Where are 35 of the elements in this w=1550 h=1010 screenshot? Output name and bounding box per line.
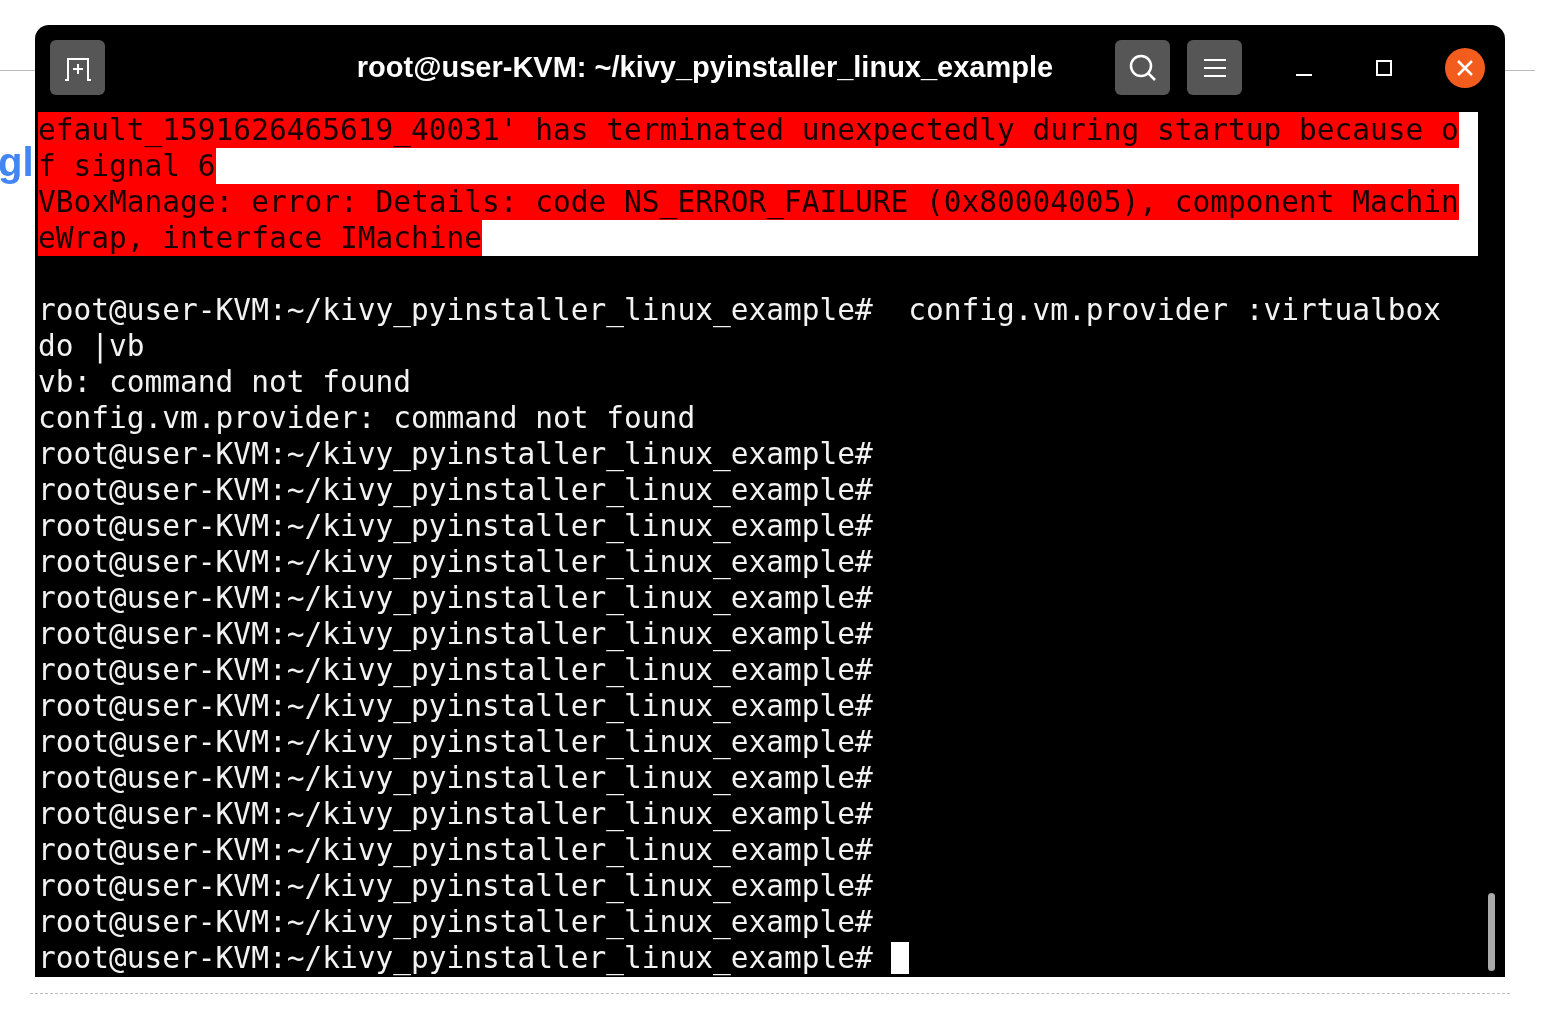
terminal-line: root@user-KVM:~/kivy_pyinstaller_linux_example# bbox=[38, 616, 873, 652]
error-text: f signal 6 bbox=[38, 148, 216, 184]
terminal-line: config.vm.provider: command not found bbox=[38, 400, 696, 436]
terminal-line: root@user-KVM:~/kivy_pyinstaller_linux_example# bbox=[38, 904, 873, 940]
menu-button[interactable] bbox=[1187, 40, 1242, 95]
terminal-line: root@user-KVM:~/kivy_pyinstaller_linux_example# bbox=[38, 940, 873, 976]
scrollbar-thumb[interactable] bbox=[1488, 893, 1495, 971]
logo-fragment: gl bbox=[0, 142, 34, 182]
close-button[interactable] bbox=[1445, 47, 1485, 88]
terminal-line: root@user-KVM:~/kivy_pyinstaller_linux_example# bbox=[38, 652, 873, 688]
new-tab-button[interactable] bbox=[50, 40, 105, 95]
error-text: VBoxManage: error: Details: code NS_ERROR_FAILURE (0x80004005), component Machin bbox=[38, 184, 1459, 220]
terminal-line: root@user-KVM:~/kivy_pyinstaller_linux_example# bbox=[38, 436, 873, 472]
terminal-line: root@user-KVM:~/kivy_pyinstaller_linux_example# bbox=[38, 832, 873, 868]
terminal-line: root@user-KVM:~/kivy_pyinstaller_linux_example# bbox=[38, 508, 873, 544]
menu-icon bbox=[1203, 57, 1226, 78]
search-icon bbox=[1127, 52, 1158, 83]
terminal-line: root@user-KVM:~/kivy_pyinstaller_linux_example# bbox=[38, 796, 873, 832]
terminal-line: vb: command not found bbox=[38, 364, 411, 400]
error-text: efault_1591626465619_40031' has terminated unexpectedly during startup because o bbox=[38, 112, 1459, 148]
terminal-line: root@user-KVM:~/kivy_pyinstaller_linux_example# bbox=[38, 472, 873, 508]
window-title: root@user-KVM: ~/kivy_pyinstaller_linux_example bbox=[356, 49, 1054, 85]
minimize-icon bbox=[1296, 73, 1312, 76]
error-text: eWrap, interface IMachine bbox=[38, 220, 482, 256]
terminal-line: root@user-KVM:~/kivy_pyinstaller_linux_example# bbox=[38, 760, 873, 796]
terminal-line: root@user-KVM:~/kivy_pyinstaller_linux_example# bbox=[38, 580, 873, 616]
terminal-line: root@user-KVM:~/kivy_pyinstaller_linux_example# bbox=[38, 868, 873, 904]
terminal-line: do |vb bbox=[38, 328, 145, 364]
close-icon bbox=[1456, 58, 1474, 77]
maximize-icon bbox=[1376, 59, 1392, 76]
terminal-line: root@user-KVM:~/kivy_pyinstaller_linux_example# bbox=[38, 544, 873, 580]
terminal-line: root@user-KVM:~/kivy_pyinstaller_linux_example# bbox=[38, 724, 873, 760]
terminal-line: root@user-KVM:~/kivy_pyinstaller_linux_example# bbox=[38, 688, 873, 724]
search-button[interactable] bbox=[1115, 40, 1170, 95]
terminal-line: root@user-KVM:~/kivy_pyinstaller_linux_example# config.vm.provider :virtualbox bbox=[38, 292, 1442, 328]
